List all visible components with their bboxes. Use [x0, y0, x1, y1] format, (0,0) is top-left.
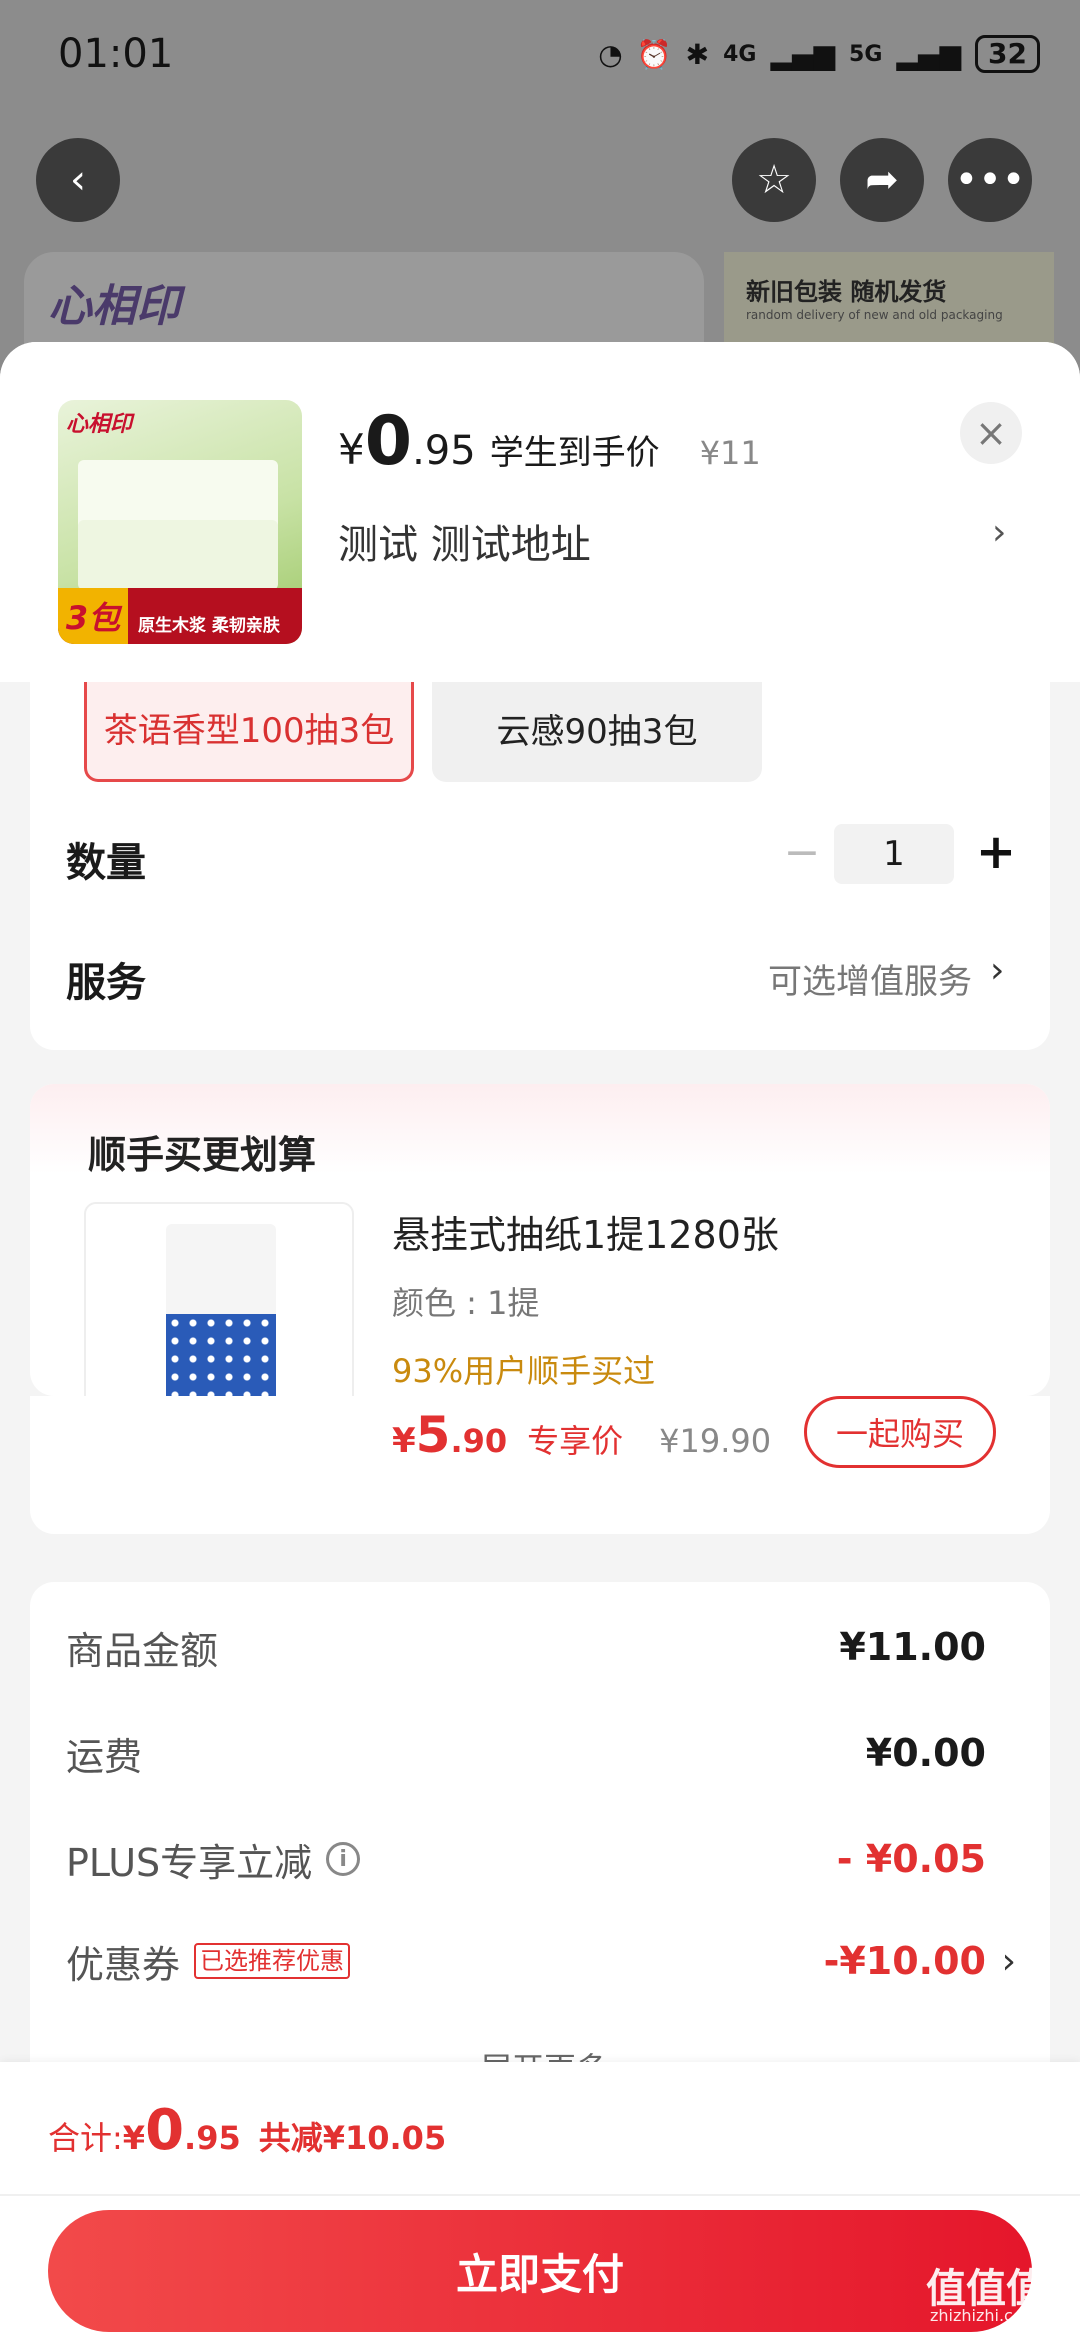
- alarm-icon: ⏰: [636, 37, 672, 71]
- service-label: 服务: [66, 960, 146, 1006]
- buy-together-button[interactable]: 一起购买: [804, 1396, 996, 1468]
- total-savings: 共减¥10.05: [258, 2119, 447, 2157]
- goods-label: 商品金额: [66, 1628, 219, 1673]
- more-dots-icon: •••: [954, 157, 1026, 203]
- bundle-purchase-rate: 93%用户顺手买过: [392, 1352, 656, 1390]
- price-label: 学生到手价: [489, 433, 660, 473]
- signal-bars-icon-2: ▂▄▆: [896, 37, 962, 71]
- product-price: ¥ 0 .95 学生到手价 ¥11: [338, 402, 761, 481]
- original-price: ¥11: [699, 434, 761, 472]
- packaging-notice-title: 新旧包装 随机发货: [746, 278, 947, 306]
- status-bar: 01:01 ◔ ⏰ ✱ 4G ▂▄▆ 5G ▂▄▆ 32: [0, 0, 1080, 108]
- bundle-price-integer: 5: [415, 1406, 451, 1464]
- coupon-chevron-icon[interactable]: ›: [1002, 1941, 1016, 1982]
- share-icon: ➦: [865, 157, 899, 203]
- bundle-title: 顺手买更划算: [88, 1133, 317, 1177]
- info-icon[interactable]: i: [326, 1842, 361, 1876]
- service-value[interactable]: 可选增值服务: [768, 954, 972, 1003]
- brand-logo: 心相印: [48, 281, 180, 332]
- thumb-logo: 心相印: [66, 412, 133, 437]
- total-integer: 0: [145, 2098, 185, 2163]
- shipping-value: ¥0.00: [865, 1731, 986, 1775]
- options-card: 茶语香型100抽3包 云感90抽3包 数量 − 1 + 服务 可选增值服务 ›: [30, 682, 1050, 1050]
- bundle-card: 顺手买更划算 悬挂式抽纸1提1280张 颜色 : 1提 93%用户顺手买过: [30, 1084, 1050, 1396]
- signal-4g-icon: 4G: [723, 41, 757, 67]
- summary-row-shipping: 运费 ¥0.00: [66, 1718, 1016, 1788]
- battery-icon: 32: [975, 35, 1040, 73]
- coupon-tag: 已选推荐优惠: [194, 1943, 351, 1979]
- bundle-product-name[interactable]: 悬挂式抽纸1提1280张: [392, 1204, 779, 1259]
- speed-icon: ◔: [598, 37, 623, 71]
- packaging-notice-sub: random delivery of new and old packaging: [746, 308, 1003, 322]
- coupon-label: 优惠券: [66, 1942, 181, 1987]
- total-symbol: ¥: [122, 2119, 146, 2157]
- thumb-tagline: 原生木浆 柔韧亲肤: [138, 616, 280, 636]
- spec-option-cloud[interactable]: 云感90抽3包: [432, 682, 762, 782]
- pay-now-button[interactable]: 立即支付: [48, 2210, 1032, 2332]
- bluetooth-icon: ✱: [685, 37, 710, 71]
- bundle-price-symbol: ¥: [392, 1421, 416, 1461]
- coupon-value: -¥10.00: [823, 1939, 986, 1983]
- chevron-right-icon[interactable]: ›: [992, 512, 1006, 553]
- spec-option-tea[interactable]: 茶语香型100抽3包: [84, 682, 414, 782]
- package-body: [166, 1314, 276, 1396]
- goods-value: ¥11.00: [839, 1625, 986, 1669]
- summary-row-coupon[interactable]: 优惠券 已选推荐优惠 -¥10.00 ›: [66, 1926, 1016, 1996]
- plus-discount: PLUS专享立减 i: [66, 1832, 361, 1887]
- quantity-increase-button[interactable]: +: [970, 822, 1022, 882]
- signal-5g-icon: 5G: [849, 41, 883, 67]
- bundle-price: ¥ 5 .90 专享价 ¥19.90: [392, 1406, 771, 1464]
- share-button[interactable]: ➦: [840, 138, 924, 222]
- summary-row-plus: PLUS专享立减 i - ¥0.05: [66, 1824, 1016, 1894]
- price-symbol: ¥: [338, 425, 365, 474]
- status-icons: ◔ ⏰ ✱ 4G ▂▄▆ 5G ▂▄▆ 32: [598, 35, 1040, 73]
- shipping-label: 运费: [66, 1734, 143, 1779]
- purchase-sheet: 心相印 3包 原生木浆 柔韧亲肤 ¥ 0 .95 学生到手价 ¥11 × 测试 …: [0, 342, 1080, 2340]
- thumb-count: 3包: [58, 588, 128, 644]
- status-time: 01:01: [58, 31, 174, 77]
- quantity-decrease-button[interactable]: −: [778, 822, 826, 882]
- close-icon: ×: [975, 411, 1007, 455]
- quantity-input[interactable]: 1: [834, 824, 954, 884]
- bundle-product-image[interactable]: [84, 1202, 354, 1396]
- product-thumbnail[interactable]: 心相印 3包 原生木浆 柔韧亲肤: [58, 400, 302, 644]
- checkout-footer: 合计: ¥ 0 .95 共减¥10.05 立即支付: [0, 2062, 1080, 2340]
- bundle-price-label: 专享价: [527, 1422, 624, 1460]
- package-top: [166, 1224, 276, 1324]
- watermark-url: zhizhizhi.com: [930, 2306, 1039, 2325]
- order-total: 合计: ¥ 0 .95 共减¥10.05: [48, 2098, 446, 2163]
- order-summary: 商品金额 ¥11.00 运费 ¥0.00 PLUS专享立减 i - ¥0.05 …: [30, 1582, 1050, 2102]
- star-icon: ☆: [756, 157, 792, 203]
- total-label: 合计:: [48, 2119, 123, 2157]
- footer-divider: [0, 2194, 1080, 2196]
- close-button[interactable]: ×: [960, 402, 1022, 464]
- signal-bars-icon: ▂▄▆: [770, 37, 836, 71]
- delivery-address[interactable]: 测试 测试地址: [338, 512, 591, 570]
- price-decimal: .95: [412, 428, 476, 474]
- bundle-price-decimal: .90: [450, 1422, 508, 1460]
- summary-row-goods: 商品金额 ¥11.00: [66, 1612, 1016, 1682]
- plus-label: PLUS专享立减: [66, 1840, 313, 1885]
- chevron-left-icon: ‹: [70, 157, 86, 203]
- coupon: 优惠券 已选推荐优惠: [66, 1934, 351, 1989]
- tissue-box-image-2: [78, 520, 278, 590]
- sheet-header: 心相印 3包 原生木浆 柔韧亲肤 ¥ 0 .95 学生到手价 ¥11 × 测试 …: [0, 342, 1080, 682]
- bundle-product-color: 颜色 : 1提: [392, 1284, 540, 1322]
- service-chevron-icon[interactable]: ›: [990, 950, 1004, 991]
- quantity-label: 数量: [66, 840, 146, 886]
- total-decimal: .95: [184, 2119, 241, 2157]
- bundle-original-price: ¥19.90: [659, 1422, 772, 1460]
- bundle-price-row: ¥ 5 .90 专享价 ¥19.90 一起购买: [30, 1396, 1050, 1534]
- plus-value: - ¥0.05: [836, 1837, 986, 1881]
- favorite-button[interactable]: ☆: [732, 138, 816, 222]
- price-integer: 0: [364, 402, 413, 481]
- back-button[interactable]: ‹: [36, 138, 120, 222]
- more-button[interactable]: •••: [948, 138, 1032, 222]
